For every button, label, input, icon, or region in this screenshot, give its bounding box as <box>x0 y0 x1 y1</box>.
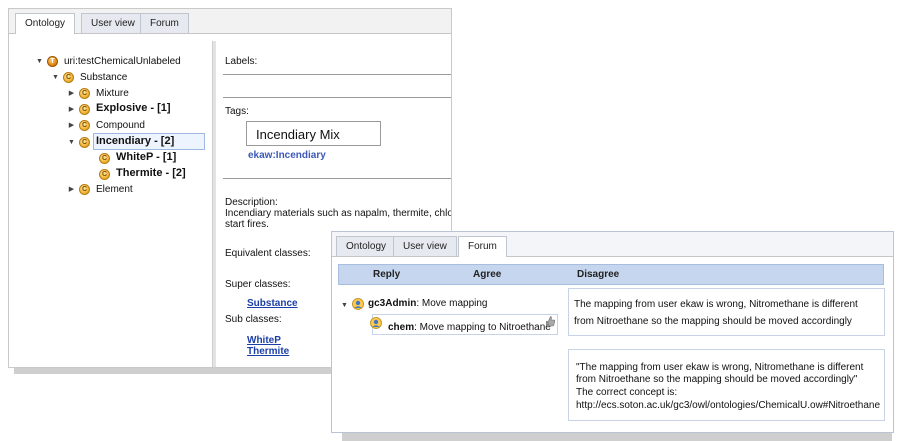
sub-class-link[interactable]: WhiteP <box>247 335 281 346</box>
tag-input[interactable]: Incendiary Mix <box>246 121 381 146</box>
comment-line: The mapping from user ekaw is wrong, Nit… <box>574 299 858 310</box>
comment-link[interactable]: http://ecs.soton.ac.uk/gc3/owl/ontologie… <box>576 400 880 411</box>
thread-message: gc3Admin: Move mapping <box>368 298 488 309</box>
disagree-comment-2: "The mapping from user ekaw is wrong, Ni… <box>568 349 885 421</box>
class-icon: C <box>79 88 90 99</box>
comment-line: from Nitroethane so the mapping should b… <box>574 316 852 327</box>
reply-column-header[interactable]: Reply <box>373 269 400 280</box>
tags-field-bottom <box>223 178 451 179</box>
thread-message: chem: Move mapping to Nitroethane <box>388 322 551 333</box>
tab-ontology[interactable]: Ontology <box>15 13 76 34</box>
tab-ontology[interactable]: Ontology <box>336 236 397 256</box>
collapse-arrow-icon[interactable]: ▼ <box>51 73 60 82</box>
agree-column-header[interactable]: Agree <box>473 269 501 280</box>
ontology-icon: T <box>47 56 58 67</box>
tree-item-label: Explosive - [1] <box>96 102 171 114</box>
tree-item-label: Element <box>96 184 133 195</box>
class-icon: C <box>79 137 90 148</box>
tags-title: Tags: <box>225 106 249 117</box>
tree-item-label: Incendiary - [2] <box>96 135 175 147</box>
expand-arrow-icon[interactable]: ▶ <box>67 121 76 130</box>
tab-forum[interactable]: Forum <box>458 236 507 257</box>
class-icon: C <box>79 104 90 115</box>
class-icon: C <box>79 120 90 131</box>
thread-user[interactable]: gc3Admin <box>368 298 416 309</box>
expand-arrow-icon[interactable]: ▶ <box>67 185 76 194</box>
user-icon <box>352 298 364 310</box>
class-icon: C <box>99 169 110 180</box>
tree-item-label: Thermite - [2] <box>116 167 186 179</box>
back-tab-bar: Ontology User view Forum <box>9 9 451 34</box>
class-icon: C <box>63 72 74 83</box>
comment-line: "The mapping from user ekaw is wrong, Ni… <box>576 362 864 373</box>
disagree-column-header[interactable]: Disagree <box>577 269 619 280</box>
description-title: Description: <box>225 197 278 208</box>
collapse-arrow-icon[interactable]: ▼ <box>35 57 44 66</box>
expand-arrow-icon[interactable]: ▶ <box>67 89 76 98</box>
super-classes-title: Super classes: <box>225 279 291 290</box>
tab-user-view[interactable]: User view <box>81 13 145 33</box>
collapse-arrow-icon[interactable]: ▼ <box>67 138 76 147</box>
super-class-link[interactable]: Substance <box>247 298 298 309</box>
class-icon: C <box>99 153 110 164</box>
description-text: Incendiary materials such as napalm, the… <box>225 208 451 219</box>
labels-field-line <box>223 74 451 75</box>
thread-user[interactable]: chem <box>388 322 414 333</box>
tree-root-label: uri:testChemicalUnlabeled <box>64 56 181 67</box>
disagree-comment-1: The mapping from user ekaw is wrong, Nit… <box>568 288 885 336</box>
front-tab-bar: Ontology User view Forum <box>332 232 893 257</box>
tab-user-view[interactable]: User view <box>393 236 457 256</box>
tree-substance-label: Substance <box>80 72 128 83</box>
tab-forum[interactable]: Forum <box>140 13 189 33</box>
user-icon <box>370 317 382 329</box>
tree-item-label: Mixture <box>96 88 129 99</box>
thread-text: : Move mapping <box>416 298 488 309</box>
panel-divider[interactable] <box>212 41 216 367</box>
tree-item-label: WhiteP - [1] <box>116 151 177 163</box>
sub-class-link[interactable]: Thermite <box>247 346 289 357</box>
description-text-cont: start fires. <box>225 219 269 230</box>
comment-line: The correct concept is: <box>576 387 678 398</box>
equivalent-classes-title: Equivalent classes: <box>225 248 311 259</box>
comment-line: from Nitroethane so the mapping should b… <box>576 374 858 385</box>
ontology-tree: ▼ T uri:testChemicalUnlabeled ▼ C Substa… <box>9 34 212 368</box>
thumbs-up-icon[interactable] <box>544 315 556 327</box>
front-window: Ontology User view Forum Reply Agree Dis… <box>331 231 894 433</box>
tag-input-value: Incendiary Mix <box>256 127 340 142</box>
expand-arrow-icon[interactable]: ▶ <box>67 105 76 114</box>
labels-field-bottom <box>223 97 451 98</box>
sub-classes-title: Sub classes: <box>225 314 282 325</box>
labels-title: Labels: <box>225 56 258 67</box>
tag-link[interactable]: ekaw:Incendiary <box>248 150 326 161</box>
thread-text: : Move mapping to Nitroethane <box>414 322 551 333</box>
tree-item-label: Compound <box>96 120 145 131</box>
thread-row-gc3admin[interactable]: ▼ gc3Admin: Move mapping <box>340 297 560 313</box>
forum-header: Reply Agree Disagree <box>338 264 884 285</box>
collapse-arrow-icon[interactable]: ▼ <box>340 301 349 310</box>
class-icon: C <box>79 184 90 195</box>
